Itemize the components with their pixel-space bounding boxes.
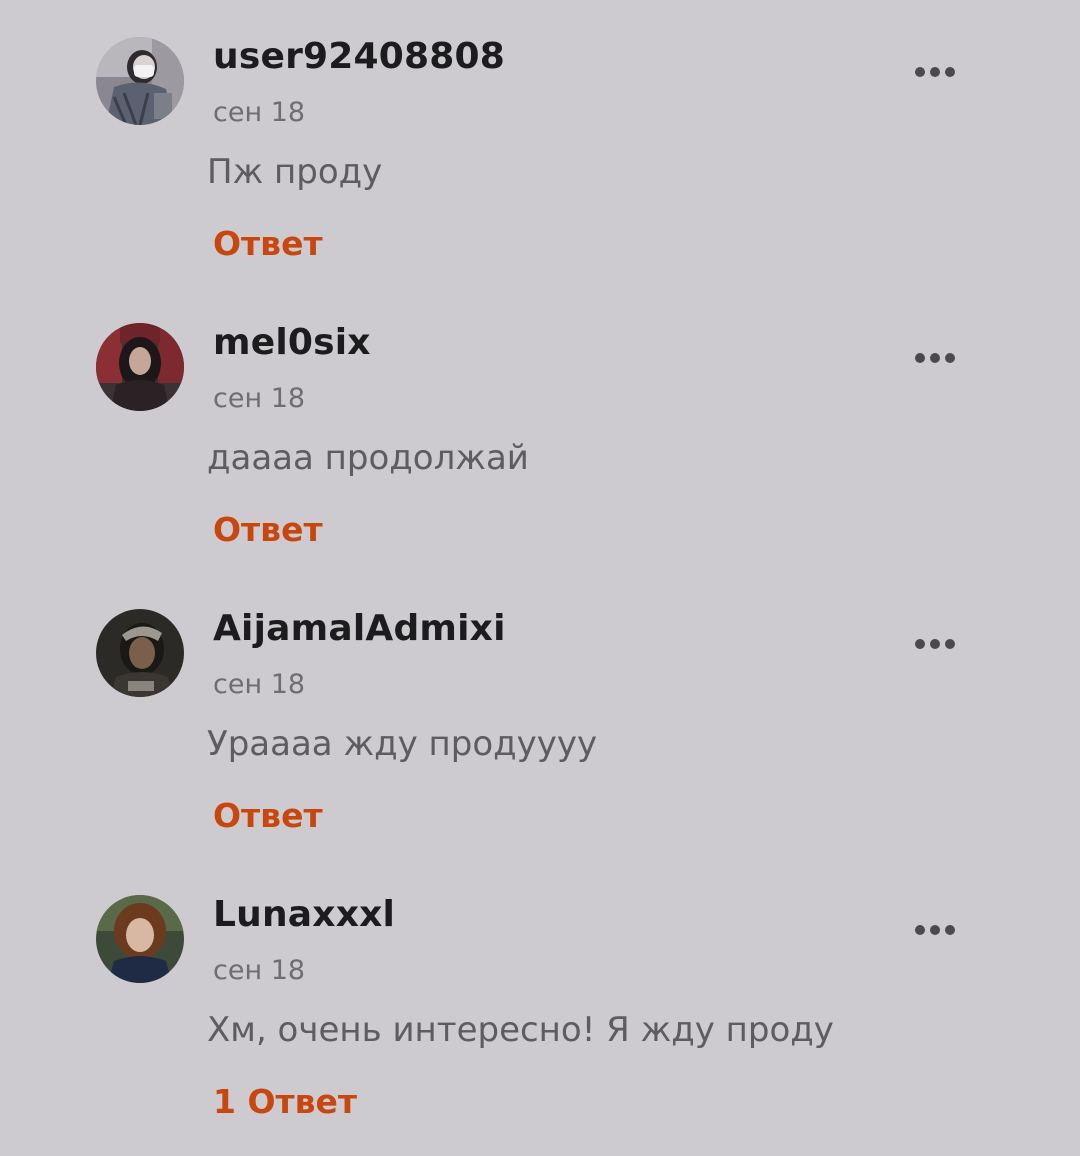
more-horizontal-icon [915, 67, 955, 77]
comment-username[interactable]: Lunaxxxl [213, 894, 395, 935]
reply-button[interactable]: Ответ [213, 510, 323, 549]
replies-button[interactable]: 1 Ответ [213, 1082, 357, 1121]
reply-button[interactable]: Ответ [213, 224, 323, 263]
avatar[interactable] [96, 609, 184, 697]
comment-username[interactable]: user92408808 [213, 36, 505, 77]
more-horizontal-icon [915, 925, 955, 935]
more-options-button[interactable] [905, 56, 965, 88]
avatar-image [96, 323, 184, 411]
more-horizontal-icon [915, 639, 955, 649]
more-options-button[interactable] [905, 914, 965, 946]
comment-username[interactable]: mel0six [213, 322, 371, 363]
comment-date: сен 18 [213, 383, 306, 414]
comment-date: сен 18 [213, 955, 306, 986]
avatar[interactable] [96, 37, 184, 125]
reply-button[interactable]: Ответ [213, 796, 323, 835]
comment-text: Хм, очень интересно! Я жду проду [207, 1010, 834, 1050]
comment-item: AijamalAdmixi сен 18 Урaaaa жду продуууу… [0, 572, 1080, 858]
comment-text: Урaaaa жду продуууу [207, 724, 598, 764]
more-options-button[interactable] [905, 342, 965, 374]
avatar-image [96, 609, 184, 697]
comment-item: mel0six сен 18 даааа продолжай Ответ [0, 286, 1080, 572]
more-horizontal-icon [915, 353, 955, 363]
comment-text: даааа продолжай [207, 438, 529, 478]
comment-item: Lunaxxxl сен 18 Хм, очень интересно! Я ж… [0, 858, 1080, 1144]
avatar-image [96, 895, 184, 983]
avatar[interactable] [96, 895, 184, 983]
more-options-button[interactable] [905, 628, 965, 660]
avatar-image [96, 37, 184, 125]
avatar[interactable] [96, 323, 184, 411]
comment-date: сен 18 [213, 97, 306, 128]
comment-item: user92408808 сен 18 Пж проду Ответ [0, 0, 1080, 286]
comment-username[interactable]: AijamalAdmixi [213, 608, 506, 649]
comment-text: Пж проду [207, 152, 383, 192]
comment-date: сен 18 [213, 669, 306, 700]
